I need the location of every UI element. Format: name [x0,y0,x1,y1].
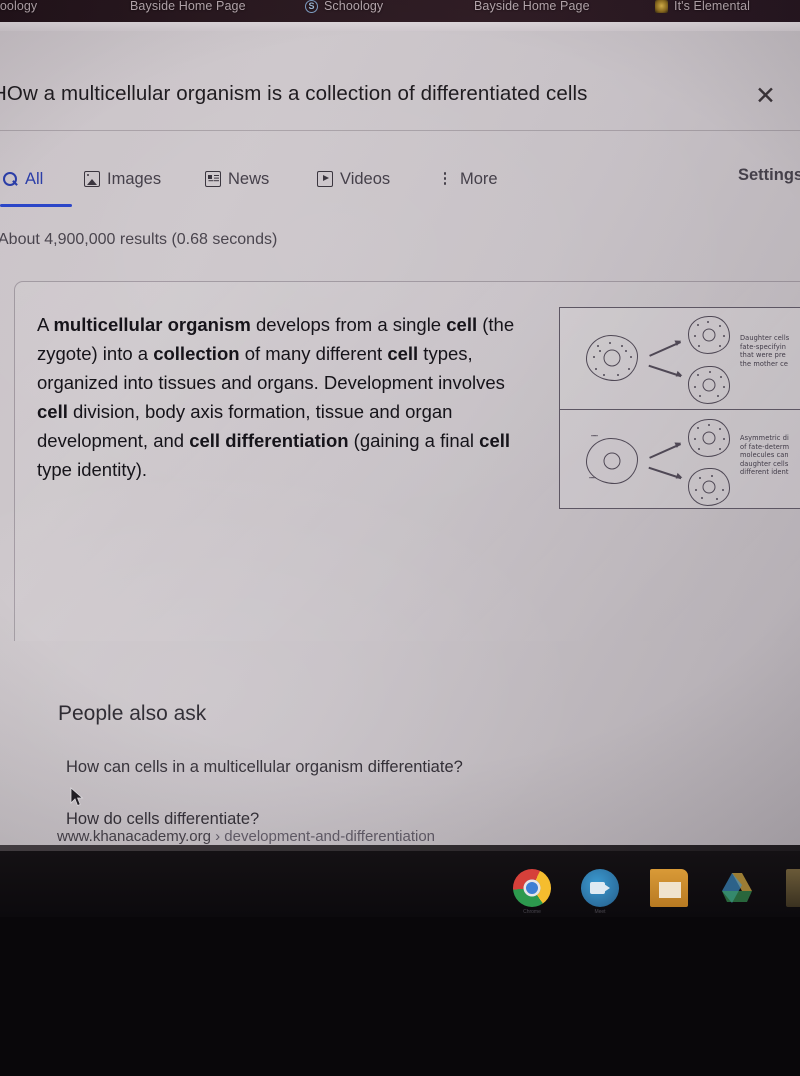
featured-snippet-card: A multicellular organism develops from a… [14,281,800,845]
tab-label: Images [107,169,162,188]
slides-icon[interactable] [650,869,688,907]
video-icon [317,171,333,187]
tab-all[interactable]: All [2,164,43,194]
chromeos-shelf: Chrome Meet [0,845,800,1076]
search-tabs: All Images News Videos More Settings [0,160,800,208]
snippet-bold-term: cell [387,343,419,364]
shelf-bar: Chrome Meet [0,851,800,917]
snippet-bold-term: collection [153,343,240,364]
bookmark-label: Bayside Home Page [474,0,590,13]
tab-more[interactable]: More [437,164,498,194]
bookmark-item[interactable]: Bayside Home Page [474,0,590,17]
bookmarks-bar: Schoology Bayside Home Page S Schoology … [0,0,800,22]
search-bar[interactable]: HOw a multicellular organism is a collec… [0,66,800,130]
paa-question[interactable]: How do cells differentiate? [66,810,259,829]
division-arrow [648,364,682,377]
tab-images[interactable]: Images [84,164,161,194]
photographed-screen: Schoology Bayside Home Page S Schoology … [0,0,800,1076]
snippet-bold-term: cell [446,314,478,335]
tab-news[interactable]: News [205,164,269,194]
chrome-icon[interactable] [513,869,551,907]
mother-cell [586,335,638,381]
settings-button[interactable]: Settings [738,166,800,185]
browser-screen: Schoology Bayside Home Page S Schoology … [0,0,800,845]
tab-label: More [460,169,498,188]
shelf-label: Chrome [523,909,541,915]
url-domain: www.khanacademy.org [57,828,211,845]
cell-differentiation-diagram: Daughter cells fate-specifyin that were pr… [559,307,800,509]
bookmark-label: Schoology [324,0,384,13]
close-icon[interactable]: ✕ [755,84,776,109]
tab-label: News [228,169,270,188]
daughter-cell [688,468,730,506]
result-url[interactable]: www.khanacademy.org › development-and-di… [57,828,435,845]
schoology-s-icon: S [305,0,318,13]
daughter-cell [688,316,730,354]
division-arrow [649,443,681,459]
diagram-note: Daughter cells fate-specifyin that were pr… [740,334,790,368]
fate-molecules [689,420,729,456]
mother-cell: '''''''''''' '''''''''''' [586,435,638,484]
fate-molecules [689,317,729,353]
bookmark-item[interactable]: Bayside Home Page [130,0,246,17]
search-input[interactable]: HOw a multicellular organism is a collec… [0,82,692,106]
more-vertical-icon [437,171,453,187]
result-stats: About 4,900,000 results (0.68 seconds) [0,231,278,248]
diagram-panel-asymmetric: '''''''''''' '''''''''''' Asymmetric di … [560,409,800,510]
image-icon [84,171,100,187]
bookmark-item[interactable]: It's Elemental [655,0,750,17]
snippet-text: A multicellular organism develops from a… [37,314,515,480]
bookmark-label: It's Elemental [674,0,751,13]
division-arrow [648,466,682,479]
meet-icon[interactable] [581,869,619,907]
toolbar-strip [0,22,800,31]
fate-molecules [689,469,729,505]
paa-question[interactable]: How can cells in a multicellular organis… [66,758,463,777]
partial-icon[interactable] [786,869,800,907]
drive-icon[interactable] [718,869,756,907]
daughter-cell [688,366,730,404]
divider [0,130,800,131]
tab-videos[interactable]: Videos [317,164,390,194]
people-also-ask-title: People also ask [58,702,207,725]
tab-active-indicator [0,204,72,207]
polarity-marks: '''''''''''' [591,435,598,441]
elemental-icon [655,0,668,13]
snippet-bold-term: multicellular organism [53,314,251,335]
polarity-marks: '''''''''''' [589,477,596,483]
diagram-note: Asymmetric di of fate-determ molecules can… [740,434,790,477]
url-path: › development-and-differentiation [215,828,435,845]
nucleus [603,452,621,470]
bookmark-item[interactable]: Schoology [0,0,37,17]
shelf-label: Meet [594,909,606,915]
mouse-cursor [70,787,84,807]
search-icon [2,171,18,187]
tab-label: Videos [340,169,391,188]
news-icon [205,171,221,187]
daughter-cell [688,419,730,457]
diagram-panel-symmetric: Daughter cells fate-specifyin that were pr… [560,308,800,409]
bookmark-label: Schoology [0,0,38,13]
tab-label: All [25,169,44,188]
snippet-bold-term: cell [479,430,511,451]
fate-molecules [689,367,729,403]
bookmark-item[interactable]: S Schoology [305,0,383,17]
fate-molecules [587,336,637,380]
division-arrow [649,341,681,357]
snippet-bold-term: cell [37,401,68,422]
bookmark-label: Bayside Home Page [130,0,246,13]
snippet-bold-term: cell differentiation [189,430,349,451]
